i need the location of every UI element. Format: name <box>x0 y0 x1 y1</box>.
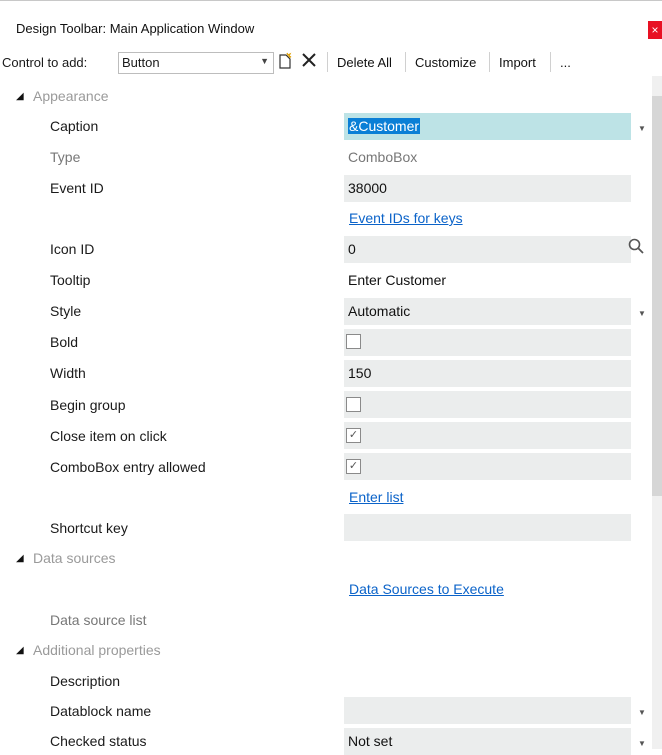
bold-field <box>344 329 631 356</box>
checked-status-label: Checked status <box>50 733 147 749</box>
window-title: Design Toolbar: Main Application Window <box>16 21 255 36</box>
caption-dropdown-icon[interactable]: ▼ <box>638 124 646 133</box>
collapse-triangle-icon[interactable]: ◢ <box>16 91 24 102</box>
close-on-click-field <box>344 422 631 449</box>
shortcut-key-label: Shortcut key <box>50 520 128 536</box>
enter-list-link[interactable]: Enter list <box>349 489 403 505</box>
combo-entry-checkbox[interactable]: ✓ <box>346 459 361 474</box>
import-button[interactable]: Import <box>499 55 536 70</box>
style-field[interactable]: Automatic <box>344 298 631 325</box>
caption-selected-text: &Customer <box>348 118 421 134</box>
close-on-click-checkbox[interactable]: ✓ <box>346 428 361 443</box>
checked-status-field[interactable]: Not set <box>344 728 631 755</box>
icon-id-field[interactable]: 0 <box>344 236 631 263</box>
control-type-value: Button <box>122 55 160 70</box>
type-value: ComboBox <box>348 149 418 165</box>
tooltip-value: Enter Customer <box>348 272 447 288</box>
toolbar-separator <box>550 52 551 72</box>
caption-field[interactable]: &Customer <box>344 113 631 140</box>
combo-entry-label: ComboBox entry allowed <box>50 459 206 475</box>
customize-button[interactable]: Customize <box>415 55 476 70</box>
category-additional-properties[interactable]: Additional properties <box>33 642 161 658</box>
event-ids-link[interactable]: Event IDs for keys <box>349 210 463 226</box>
event-id-value: 38000 <box>348 180 387 196</box>
event-id-label: Event ID <box>50 180 104 196</box>
toolbar-separator <box>327 52 328 72</box>
style-value: Automatic <box>348 303 411 319</box>
style-dropdown-icon[interactable]: ▼ <box>638 309 646 318</box>
delete-all-button[interactable]: Delete All <box>337 55 392 70</box>
search-icon[interactable] <box>628 238 644 254</box>
bold-checkbox[interactable] <box>346 334 361 349</box>
style-label: Style <box>50 303 82 319</box>
scrollbar-thumb[interactable] <box>652 96 662 496</box>
tooltip-field[interactable]: Enter Customer <box>344 267 631 294</box>
icon-id-label: Icon ID <box>50 241 95 257</box>
shortcut-key-field[interactable] <box>344 514 631 541</box>
chevron-down-icon: ▼ <box>260 56 269 66</box>
checked-status-value: Not set <box>348 733 393 749</box>
delete-icon[interactable] <box>300 52 318 72</box>
data-source-list-label: Data source list <box>50 612 147 628</box>
width-label: Width <box>50 365 86 381</box>
title-bar: Design Toolbar: Main Application Window … <box>0 0 662 43</box>
datablock-name-field[interactable] <box>344 697 631 724</box>
toolbar-separator <box>405 52 406 72</box>
bold-label: Bold <box>50 334 79 350</box>
collapse-triangle-icon[interactable]: ◢ <box>16 553 24 564</box>
icon-id-value: 0 <box>348 241 356 257</box>
begin-group-label: Begin group <box>50 397 126 413</box>
caption-value: &Customer <box>348 118 421 134</box>
toolbar-separator <box>489 52 490 72</box>
combo-entry-field <box>344 453 631 480</box>
type-field: ComboBox <box>344 144 631 171</box>
checked-status-dropdown-icon[interactable]: ▼ <box>638 739 646 748</box>
description-label: Description <box>50 673 121 689</box>
begin-group-checkbox[interactable] <box>346 397 361 412</box>
width-field[interactable]: 150 <box>344 360 631 387</box>
tooltip-label: Tooltip <box>50 272 91 288</box>
type-label: Type <box>50 149 81 165</box>
new-item-icon[interactable] <box>276 52 294 72</box>
control-type-combo[interactable]: Button ▼ <box>118 52 274 74</box>
category-appearance[interactable]: Appearance <box>33 88 109 104</box>
close-button[interactable]: × <box>648 21 662 39</box>
collapse-triangle-icon[interactable]: ◢ <box>16 645 24 656</box>
control-to-add-label: Control to add: <box>2 55 88 70</box>
width-value: 150 <box>348 365 372 381</box>
caption-label: Caption <box>50 118 99 134</box>
data-sources-link[interactable]: Data Sources to Execute <box>349 581 504 597</box>
close-on-click-label: Close item on click <box>50 428 167 444</box>
datablock-name-label: Datablock name <box>50 703 152 719</box>
datablock-dropdown-icon[interactable]: ▼ <box>638 708 646 717</box>
event-id-field[interactable]: 38000 <box>344 175 631 202</box>
begin-group-field <box>344 391 631 418</box>
category-data-sources[interactable]: Data sources <box>33 550 115 566</box>
more-button[interactable]: ... <box>560 55 571 70</box>
